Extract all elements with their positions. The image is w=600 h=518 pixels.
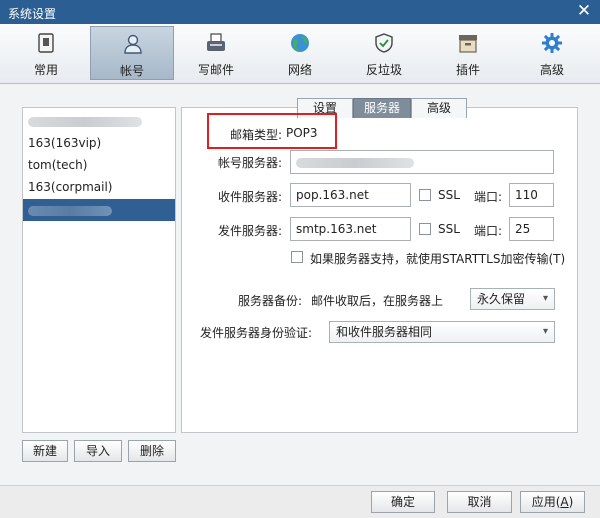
account-item-selected[interactable] (23, 199, 175, 221)
account-item-redacted[interactable] (23, 110, 175, 132)
settings-toolbar: 常用 帐号 写邮件 网络 反垃圾 插件 高级 (0, 24, 600, 84)
tool-label: 插件 (455, 63, 480, 77)
outgoing-server-field[interactable]: smtp.163.net (290, 217, 411, 241)
incoming-server-field[interactable]: pop.163.net (290, 183, 411, 207)
window-title: 系统设置 (8, 7, 57, 21)
auth-option: 和收件服务器相同 (336, 325, 433, 339)
smtp-auth-label: 发件服务器身份验证: (200, 326, 313, 340)
outgoing-ssl-label: SSL (438, 222, 460, 236)
import-account-button[interactable]: 导入 (74, 440, 122, 462)
tool-label: 网络 (287, 63, 312, 77)
account-server-label: 帐号服务器: (217, 156, 282, 170)
apply-button[interactable]: 应用(A) (520, 491, 585, 513)
new-account-button[interactable]: 新建 (22, 440, 68, 462)
backup-retention-select[interactable]: 永久保留 ▾ (470, 288, 555, 310)
account-icon (124, 34, 142, 54)
apply-label-close: ) (568, 495, 574, 509)
server-backup-label: 服务器备份: (237, 294, 302, 308)
account-item[interactable]: 163(corpmail) (23, 176, 175, 198)
chevron-down-icon: ▾ (542, 293, 548, 304)
highlight-box (207, 113, 337, 149)
delete-account-button[interactable]: 删除 (128, 440, 176, 462)
account-item[interactable]: 163(163vip) (23, 132, 175, 154)
tool-label: 帐号 (119, 64, 144, 78)
antispam-icon (375, 33, 393, 53)
apply-label: 应用( (531, 495, 561, 509)
tab-server[interactable]: 服务器 (353, 98, 411, 118)
outgoing-server-label: 发件服务器: (217, 224, 282, 238)
apply-accelerator: A (560, 495, 569, 509)
tool-label: 常用 (33, 63, 58, 77)
dialog-footer: 确定 取消 应用(A) (0, 485, 600, 518)
title-bar: 系统设置 ✕ (0, 0, 600, 24)
tool-account[interactable]: 帐号 (90, 26, 174, 80)
tool-label: 高级 (539, 63, 564, 77)
tool-label: 写邮件 (197, 63, 234, 77)
compose-icon (207, 33, 225, 51)
advanced-icon (542, 33, 562, 53)
incoming-ssl-label: SSL (438, 188, 460, 202)
tool-network[interactable]: 网络 (258, 26, 342, 80)
incoming-ssl-checkbox[interactable] (419, 189, 431, 201)
account-server-field[interactable] (290, 150, 554, 174)
chevron-down-icon: ▾ (542, 326, 548, 337)
starttls-label: 如果服务器支持，就使用STARTTLS加密传输(T) (310, 252, 566, 266)
redacted-text (28, 116, 142, 127)
account-list: 163(163vip) tom(tech) 163(corpmail) (22, 107, 176, 433)
tool-compose[interactable]: 写邮件 (174, 26, 258, 80)
tool-label: 反垃圾 (365, 63, 402, 77)
tool-antispam[interactable]: 反垃圾 (342, 26, 426, 80)
account-item[interactable]: tom(tech) (23, 154, 175, 176)
outgoing-port-label: 端口: (474, 224, 503, 238)
starttls-checkbox[interactable] (291, 251, 303, 263)
incoming-port-label: 端口: (474, 190, 503, 204)
redacted-text (28, 205, 112, 216)
tool-common[interactable]: 常用 (4, 26, 88, 80)
server-settings-panel: 邮箱类型: POP3 帐号服务器: 收件服务器: pop.163.net SSL… (181, 107, 578, 433)
network-icon (291, 34, 309, 52)
outgoing-ssl-checkbox[interactable] (419, 223, 431, 235)
redacted-text (296, 157, 414, 168)
backup-option: 永久保留 (477, 292, 526, 306)
close-icon[interactable]: ✕ (574, 1, 594, 21)
smtp-auth-select[interactable]: 和收件服务器相同 ▾ (329, 321, 555, 343)
outgoing-port-field[interactable]: 25 (509, 217, 554, 241)
incoming-server-label: 收件服务器: (217, 190, 282, 204)
incoming-port-field[interactable]: 110 (509, 183, 554, 207)
ok-button[interactable]: 确定 (371, 491, 435, 513)
tool-advanced[interactable]: 高级 (510, 26, 594, 80)
cancel-button[interactable]: 取消 (447, 491, 512, 513)
server-backup-desc: 邮件收取后，在服务器上 (311, 294, 444, 308)
tab-advanced[interactable]: 高级 (411, 98, 467, 118)
plugin-icon (459, 35, 477, 53)
common-icon (38, 33, 54, 53)
tool-plugin[interactable]: 插件 (426, 26, 510, 80)
